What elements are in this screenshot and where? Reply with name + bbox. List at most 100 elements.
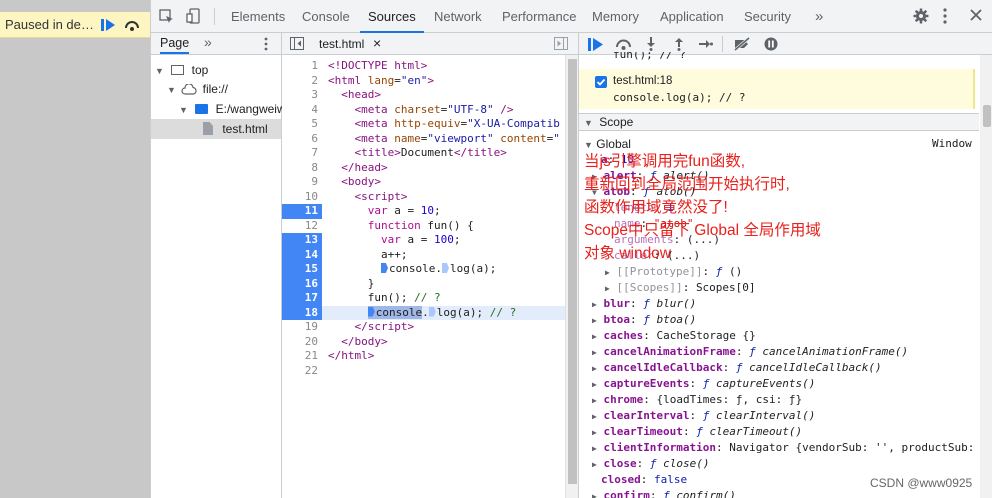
tab-security[interactable]: Security xyxy=(744,0,791,33)
step-icon[interactable] xyxy=(696,35,716,53)
code-line[interactable]: 4 <meta charset="UTF-8" /> xyxy=(282,103,578,118)
line-number[interactable]: 20 xyxy=(282,335,322,350)
inline-breakpoint-icon[interactable] xyxy=(441,263,449,273)
code-line[interactable]: 16 } xyxy=(282,276,578,291)
toggle-debugger-icon[interactable] xyxy=(554,37,568,53)
scope-property-row[interactable]: ▶ close: ƒ close() xyxy=(592,456,709,472)
breakpoint-line-number[interactable]: 16 xyxy=(282,276,322,291)
toggle-navigator-icon[interactable] xyxy=(290,37,304,53)
code-line[interactable]: 19 </script> xyxy=(282,320,578,335)
device-toolbar-icon[interactable] xyxy=(186,8,201,27)
inspect-element-icon[interactable] xyxy=(159,9,174,27)
scope-property-row[interactable]: ▶ cancelAnimationFrame: ƒ cancelAnimatio… xyxy=(592,344,908,360)
scope-property-row[interactable]: ▶ chrome: {loadTimes: ƒ, csi: ƒ} xyxy=(592,392,802,408)
resume-icon[interactable] xyxy=(585,35,605,53)
code-line[interactable]: 8 </head> xyxy=(282,161,578,176)
breakpoint-line-number[interactable]: 11 xyxy=(282,204,322,219)
scope-property-row[interactable]: ▶ blur: ƒ blur() xyxy=(592,296,696,312)
close-file-tab-button[interactable]: × xyxy=(373,35,381,51)
scope-property-row[interactable]: ▶ clearInterval: ƒ clearInterval() xyxy=(592,408,815,424)
pause-on-exceptions-icon[interactable] xyxy=(761,35,781,53)
code-line[interactable]: 21 </html> xyxy=(282,349,578,364)
code-line[interactable]: 11 var a = 10; xyxy=(282,204,578,219)
sidebar-scroll-thumb[interactable] xyxy=(983,105,991,127)
more-tabs-button[interactable]: » xyxy=(815,0,823,33)
scope-property-row[interactable]: ▶ cancelIdleCallback: ƒ cancelIdleCallba… xyxy=(592,360,882,376)
step-over-icon[interactable] xyxy=(613,35,633,53)
code-line[interactable]: 3 <head> xyxy=(282,88,578,103)
tree-item-folder[interactable]: ▼ E:/wangweiw xyxy=(179,99,282,119)
line-number[interactable]: 4 xyxy=(282,103,322,118)
code-line[interactable]: 20 </body> xyxy=(282,335,578,350)
tab-application[interactable]: Application xyxy=(660,0,724,33)
code-line[interactable]: 6 <meta name="viewport" content=" xyxy=(282,132,578,147)
scope-property-row[interactable]: ▶ clearTimeout: ƒ clearTimeout() xyxy=(592,424,802,440)
tab-memory[interactable]: Memory xyxy=(592,0,639,33)
step-into-icon[interactable] xyxy=(641,35,661,53)
code-line[interactable]: 1 <!DOCTYPE html> xyxy=(282,59,578,74)
scope-property-row[interactable]: closed: false xyxy=(601,472,687,488)
line-number[interactable]: 21 xyxy=(282,349,322,364)
code-line[interactable]: 13 var a = 100; xyxy=(282,233,578,248)
tab-page[interactable]: Page xyxy=(160,36,190,54)
scope-property-row[interactable]: ▶ caches: CacheStorage {} xyxy=(592,328,756,344)
navigator-menu-icon[interactable] xyxy=(264,37,268,54)
code-line[interactable]: 7 <title>Document</title> xyxy=(282,146,578,161)
line-number[interactable]: 19 xyxy=(282,320,322,335)
code-line[interactable]: 17 fun(); // ? xyxy=(282,291,578,306)
editor-scroll-thumb[interactable] xyxy=(568,59,577,484)
scope-property-row[interactable]: ▶ [[Prototype]]: ƒ () xyxy=(605,264,742,280)
line-number[interactable]: 3 xyxy=(282,88,322,103)
line-number[interactable]: 22 xyxy=(282,364,322,379)
navigator-more-button[interactable]: » xyxy=(204,34,212,50)
line-number[interactable]: 5 xyxy=(282,117,322,132)
scope-property-row[interactable]: ▶ captureEvents: ƒ captureEvents() xyxy=(592,376,815,392)
breakpoint-line-number[interactable]: 13 xyxy=(282,233,322,248)
tree-item-top[interactable]: ▼ top xyxy=(155,60,208,80)
inline-breakpoint-icon[interactable] xyxy=(428,306,436,317)
editor-scrollbar[interactable] xyxy=(565,55,578,498)
tree-item-test-html[interactable]: test.html xyxy=(151,119,281,139)
current-execution-line[interactable]: 18 console. log(a); // ? xyxy=(282,305,578,320)
code-line[interactable]: 22 xyxy=(282,364,578,379)
breakpoint-line-number[interactable]: 14 xyxy=(282,247,322,262)
scope-property-row[interactable]: ▶ confirm: ƒ confirm() xyxy=(592,488,736,498)
tab-console[interactable]: Console xyxy=(302,0,350,33)
scope-section-header[interactable]: ▼ Scope xyxy=(579,113,979,131)
sidebar-scrollbar[interactable] xyxy=(980,55,992,498)
line-number[interactable]: 1 xyxy=(282,59,322,74)
step-over-icon[interactable] xyxy=(121,14,143,36)
code-line[interactable]: 2 <html lang="en"> xyxy=(282,74,578,89)
line-number[interactable]: 6 xyxy=(282,132,322,147)
breakpoint-line-number[interactable]: 17 xyxy=(282,291,322,306)
breakpoint-line-number[interactable]: 18 xyxy=(282,305,322,320)
scope-property-row[interactable]: ▶ [[Scopes]]: Scopes[0] xyxy=(605,280,756,296)
tab-sources[interactable]: Sources xyxy=(360,0,424,33)
line-number[interactable]: 8 xyxy=(282,161,322,176)
breakpoint-item[interactable]: test.html:18 console.log(a); // ? xyxy=(579,69,975,109)
code-line[interactable]: 15 console. log(a); xyxy=(282,262,578,277)
line-number[interactable]: 9 xyxy=(282,175,322,190)
code-line[interactable]: 5 <meta http-equiv="X-UA-Compatib xyxy=(282,117,578,132)
code-area[interactable]: 1 <!DOCTYPE html> 2 <html lang="en"> 3 <he… xyxy=(282,59,578,378)
tree-item-file[interactable]: ▼ file:// xyxy=(167,79,228,99)
breakpoint-line-number[interactable]: 15 xyxy=(282,262,322,277)
tab-network[interactable]: Network xyxy=(434,0,482,33)
code-line[interactable]: 12 function fun() { xyxy=(282,219,578,234)
line-number[interactable]: 10 xyxy=(282,190,322,205)
close-devtools-icon[interactable] xyxy=(970,9,982,24)
scope-property-row[interactable]: ▶ clientInformation: Navigator {vendorSu… xyxy=(592,440,980,456)
more-options-icon[interactable] xyxy=(943,8,947,27)
code-line[interactable]: 14 a++; xyxy=(282,247,578,262)
tab-performance[interactable]: Performance xyxy=(502,0,576,33)
line-number[interactable]: 12 xyxy=(282,219,322,234)
line-number[interactable]: 7 xyxy=(282,146,322,161)
deactivate-breakpoints-icon[interactable] xyxy=(732,35,752,53)
inline-breakpoint-icon[interactable] xyxy=(367,306,375,317)
step-out-icon[interactable] xyxy=(669,35,689,53)
scope-property-row[interactable]: ▶ btoa: ƒ btoa() xyxy=(592,312,696,328)
resume-icon[interactable] xyxy=(97,14,119,36)
breakpoint-checkbox[interactable] xyxy=(595,76,607,88)
code-line[interactable]: 10 <script> xyxy=(282,190,578,205)
settings-gear-icon[interactable] xyxy=(913,8,929,27)
